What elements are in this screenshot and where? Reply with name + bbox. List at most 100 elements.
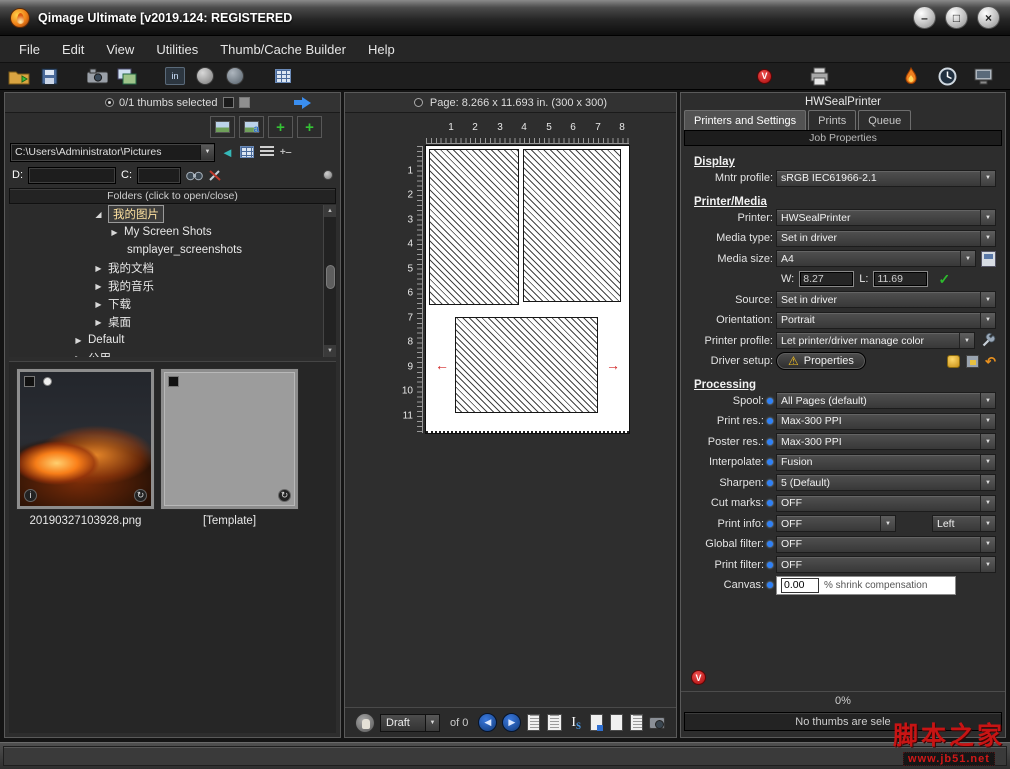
print-placeholder-3[interactable] (455, 317, 598, 413)
folder-arrow-icon[interactable] (73, 336, 84, 345)
tab-prints[interactable]: Prints (808, 110, 856, 130)
length-input[interactable] (873, 271, 928, 287)
folder-arrow-icon[interactable] (93, 264, 104, 273)
print-placeholder-2[interactable] (523, 149, 621, 302)
add-all-button[interactable]: + (297, 116, 322, 138)
sphere-settings-button[interactable] (224, 65, 246, 87)
dropdown-arrow-icon[interactable] (980, 210, 995, 225)
option-dot-icon[interactable] (767, 398, 773, 404)
global-filter-select[interactable]: OFF (776, 536, 996, 553)
tree-item-label[interactable]: 下载 (108, 296, 131, 312)
source-select[interactable]: Set in driver (776, 291, 996, 308)
undo-settings-icon[interactable]: ↶ (985, 355, 996, 368)
canvas-compensation-input[interactable] (781, 578, 819, 593)
scheduler-button[interactable] (936, 65, 958, 87)
sort-list-icon[interactable] (260, 146, 274, 158)
next-page-button[interactable]: ▶ (502, 713, 521, 732)
option-dot-icon[interactable] (767, 418, 773, 424)
sphere-tool-button[interactable] (194, 65, 216, 87)
blank-page-button[interactable] (610, 714, 623, 731)
printer-profile-select[interactable]: Let printer/driver manage color (776, 332, 975, 349)
width-input[interactable] (799, 271, 854, 287)
open-folder-button[interactable] (8, 65, 30, 87)
cut-marks-select[interactable]: OFF (776, 495, 996, 512)
tab-printers-and-settings[interactable]: Printers and Settings (684, 110, 806, 130)
tree-scrollbar[interactable] (323, 205, 336, 357)
search-button[interactable] (186, 170, 203, 181)
option-dot-icon[interactable] (767, 480, 773, 486)
option-dot-icon[interactable] (767, 439, 773, 445)
dropdown-arrow-icon[interactable] (959, 333, 974, 348)
orientation-select[interactable]: Portrait (776, 312, 996, 329)
option-dot-icon[interactable] (767, 582, 773, 588)
print-res-select[interactable]: Max-300 PPI (776, 413, 996, 430)
section-printer-media[interactable]: Printer/Media (681, 189, 1005, 208)
tree-item-public[interactable]: 公用 (9, 349, 336, 357)
queue-arrow-button[interactable] (294, 97, 311, 109)
menu-view[interactable]: View (95, 36, 145, 62)
thumb-checkbox[interactable] (168, 376, 179, 387)
hot-folder-button[interactable] (900, 65, 922, 87)
scroll-down-icon[interactable] (324, 345, 336, 357)
tree-item-smplayer-screenshots[interactable]: smplayer_screenshots (9, 241, 336, 259)
thumbs-radio-indicator[interactable] (105, 98, 114, 107)
folder-arrow-icon[interactable] (73, 354, 84, 358)
folder-path-select[interactable]: C:\Users\Administrator\Pictures (10, 143, 215, 162)
media-type-select[interactable]: Set in driver (776, 230, 996, 247)
view-grid-icon[interactable] (240, 146, 254, 158)
dropdown-arrow-icon[interactable] (980, 313, 995, 328)
dropdown-arrow-icon[interactable] (980, 292, 995, 307)
interpolate-select[interactable]: Fusion (776, 454, 996, 471)
prev-page-button[interactable]: ◀ (478, 713, 497, 732)
tree-item-label[interactable]: 桌面 (108, 314, 131, 330)
tree-item-label[interactable]: 我的图片 (108, 205, 164, 223)
tree-item-label[interactable]: smplayer_screenshots (127, 244, 242, 256)
expand-collapse-icon[interactable]: +‒ (280, 147, 291, 158)
tree-item-documents[interactable]: 我的文档 (9, 259, 336, 277)
option-dot-icon[interactable] (767, 500, 773, 506)
thumb-select-box-icon[interactable] (223, 97, 234, 108)
dropdown-arrow-icon[interactable] (980, 537, 995, 552)
d-filter-input[interactable] (28, 167, 116, 184)
page-list-button[interactable] (527, 714, 540, 731)
dropdown-arrow-icon[interactable] (980, 434, 995, 449)
page-radio-indicator[interactable] (414, 98, 423, 107)
option-dot-icon[interactable] (767, 521, 773, 527)
dropdown-arrow-icon[interactable] (980, 455, 995, 470)
tools-button[interactable] (208, 169, 223, 182)
tree-item-downloads[interactable]: 下载 (9, 295, 336, 313)
thumb-rotate-icon[interactable]: ↻ (278, 489, 291, 502)
media-size-select[interactable]: A4 (776, 250, 976, 267)
tree-item-default[interactable]: Default (9, 331, 336, 349)
thumb-info-icon[interactable]: i (24, 489, 37, 502)
print-placeholder-1[interactable] (429, 149, 519, 305)
thumb-rotate-icon[interactable]: ↻ (134, 489, 147, 502)
image-link-button[interactable] (210, 116, 235, 138)
thumbnail-image[interactable]: i ↻ (17, 369, 154, 509)
scroll-thumb[interactable] (326, 265, 335, 289)
thumb-deselect-box-icon[interactable] (239, 97, 250, 108)
option-dot-icon[interactable] (767, 562, 773, 568)
properties-button[interactable]: ⚠ Properties (776, 352, 866, 370)
menu-help[interactable]: Help (357, 36, 406, 62)
folder-arrow-icon[interactable] (109, 228, 120, 237)
folder-arrow-icon[interactable] (93, 318, 104, 327)
sharpen-select[interactable]: 5 (Default) (776, 474, 996, 491)
tree-item-my-screen-shots[interactable]: My Screen Shots (9, 223, 336, 241)
folder-arrow-icon[interactable] (93, 300, 104, 309)
print-info-position-select[interactable]: Left (932, 515, 996, 532)
dropdown-arrow-icon[interactable] (980, 557, 995, 572)
section-display[interactable]: Display (681, 149, 1005, 168)
option-dot-icon[interactable] (767, 541, 773, 547)
minimize-button[interactable]: – (913, 6, 936, 29)
print-filter-select[interactable]: OFF (776, 556, 996, 573)
profile-wrench-button[interactable] (981, 333, 996, 348)
menu-utilities[interactable]: Utilities (145, 36, 209, 62)
menu-thumb-cache-builder[interactable]: Thumb/Cache Builder (209, 36, 357, 62)
tree-item-desktop[interactable]: 桌面 (9, 313, 336, 331)
dropdown-arrow-icon[interactable] (960, 251, 975, 266)
dropdown-arrow-icon[interactable] (980, 475, 995, 490)
folder-arrow-icon[interactable] (93, 210, 104, 219)
save-settings-icon[interactable] (966, 355, 979, 368)
thumb-size-button[interactable]: in (164, 65, 186, 87)
